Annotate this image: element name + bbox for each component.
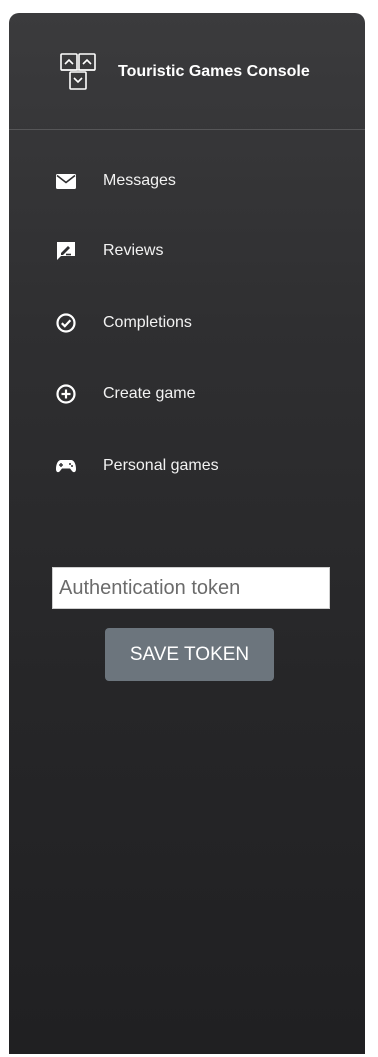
nav-label-messages: Messages bbox=[103, 172, 176, 189]
auth-token-input[interactable] bbox=[52, 567, 330, 609]
nav-item-completions[interactable]: Completions bbox=[55, 308, 315, 338]
nav-item-personal-games[interactable]: Personal games bbox=[55, 451, 315, 481]
app-title: Touristic Games Console bbox=[118, 63, 310, 80]
save-token-button[interactable]: SAVE TOKEN bbox=[105, 628, 274, 681]
gamepad-icon bbox=[56, 460, 76, 473]
brand-header[interactable]: Touristic Games Console bbox=[9, 13, 365, 130]
check-circle-icon bbox=[56, 313, 76, 333]
nav-item-reviews[interactable]: Reviews bbox=[55, 236, 315, 266]
review-pen-icon bbox=[57, 242, 75, 260]
sidebar: Touristic Games Console Messages Reviews… bbox=[9, 13, 365, 1054]
nav-label-create-game: Create game bbox=[103, 385, 196, 402]
plus-circle-icon bbox=[56, 384, 76, 404]
puzzle-grid-icon bbox=[60, 53, 96, 90]
nav-item-messages[interactable]: Messages bbox=[55, 166, 315, 196]
nav-label-completions: Completions bbox=[103, 314, 192, 331]
nav-label-reviews: Reviews bbox=[103, 242, 164, 259]
nav-item-create-game[interactable]: Create game bbox=[55, 379, 315, 409]
nav-label-personal-games: Personal games bbox=[103, 457, 219, 474]
envelope-icon bbox=[56, 174, 76, 189]
